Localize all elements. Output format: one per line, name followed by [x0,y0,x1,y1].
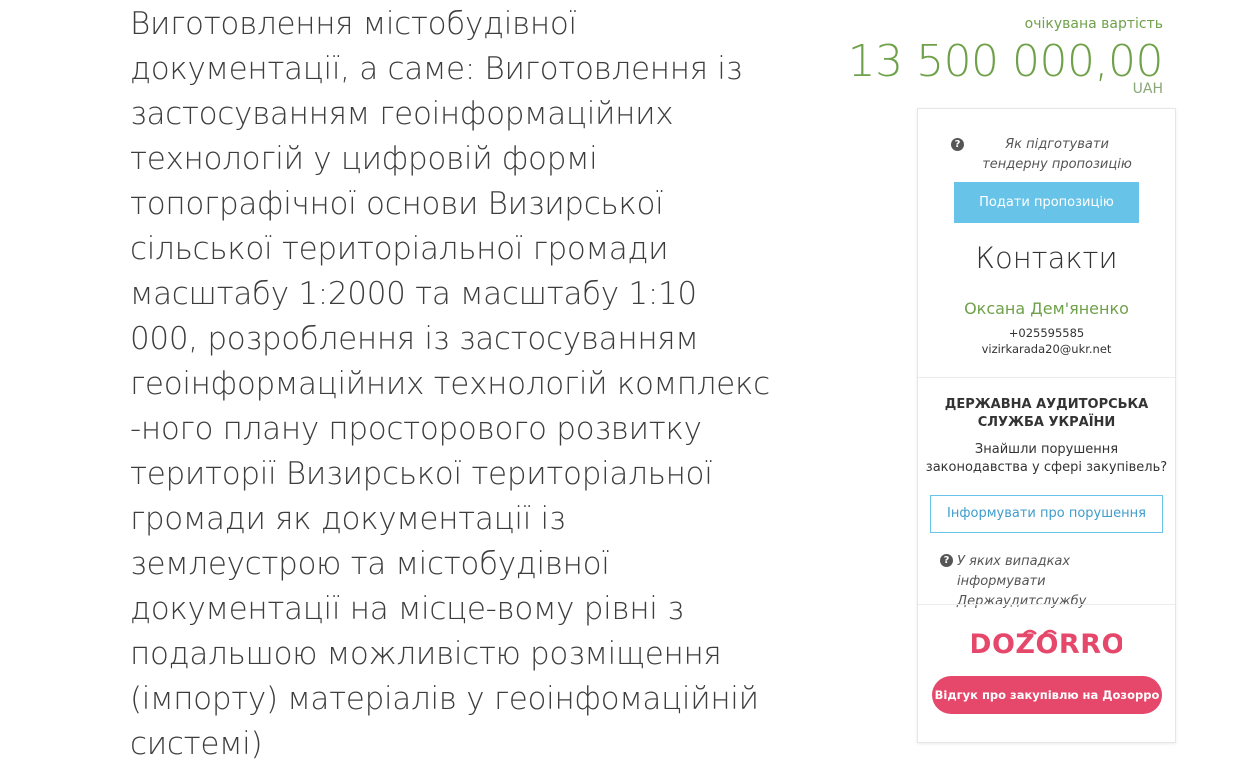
divider [918,604,1175,605]
tender-sidebar: ? Як підготувати тендерну пропозицію Под… [917,108,1176,743]
question-circle-icon: ? [940,554,953,567]
dozorro-logo-icon: DOZORRO [969,629,1124,660]
tender-title: Виготовлення містобудівної документації,… [130,6,770,762]
audit-question: Знайшли порушення законодавства у сфері … [918,441,1175,477]
audit-question-line: Знайшли порушення [974,442,1119,457]
price-amount: 13 500 000,00 [847,36,1164,87]
audit-service-title: ДЕРЖАВНА АУДИТОРСЬКА СЛУЖБА УКРАЇНИ [918,396,1175,432]
dozorro-feedback-button[interactable]: Відгук про закупівлю на Дозорро [932,676,1162,714]
help-prepare-link[interactable]: ? Як підготувати тендерну пропозицію [918,135,1175,175]
audit-title-line: СЛУЖБА УКРАЇНИ [977,415,1116,430]
question-circle-icon: ? [951,138,964,151]
help-cases-link[interactable]: ? У яких випадках інформувати Держаудитс… [940,552,1160,612]
help-cases-text: У яких випадках інформувати Держаудитслу… [957,554,1087,609]
contact-name: Оксана Дем'яненко [964,299,1129,318]
dozorro-logo[interactable]: DOZORRO [918,624,1175,666]
help-prepare-text: Як підготувати тендерну пропозицію [982,137,1132,172]
report-violation-button[interactable]: Інформувати про порушення [930,495,1163,533]
audit-title-line: ДЕРЖАВНА АУДИТОРСЬКА [944,397,1149,412]
contact-email: vizirkarada20@ukr.net [981,342,1112,356]
contact-phone: +025595585 [1008,326,1085,340]
audit-question-line: законодавства у сфері закупівель? [925,460,1168,475]
price-label: очікувана вартість [1024,16,1163,32]
divider [918,377,1175,378]
tender-page: Виготовлення містобудівної документації,… [0,0,1236,768]
contacts-title: Контакти [975,241,1118,275]
svg-text:DOZORRO: DOZORRO [972,629,1122,660]
expected-price: очікувана вартість 13 500 000,00 UAH [847,14,1164,96]
submit-proposal-button[interactable]: Подати пропозицію [954,182,1139,223]
